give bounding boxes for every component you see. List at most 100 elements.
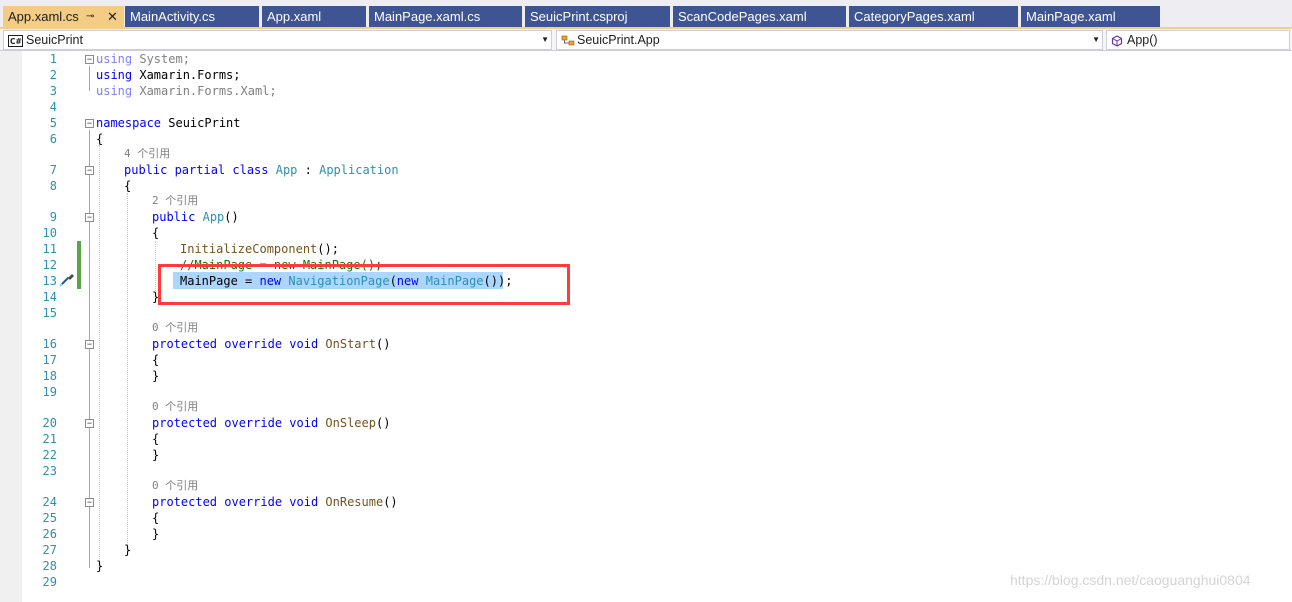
- collapse-toggle-icon[interactable]: −: [85, 213, 94, 222]
- codelens-references[interactable]: 0 个引用: [152, 320, 198, 336]
- code-line-10[interactable]: {: [152, 225, 159, 241]
- watermark-text: https://blog.csdn.net/caoguanghui0804: [1010, 572, 1251, 588]
- line-number: 24: [42, 495, 57, 509]
- line-number: 23: [42, 464, 57, 478]
- line-number: 6: [49, 132, 57, 146]
- tab-label: MainPage.xaml: [1026, 9, 1116, 24]
- type-dropdown[interactable]: SeuicPrint.App ▼: [556, 30, 1103, 50]
- project-name: SeuicPrint: [26, 33, 83, 47]
- line-number: 12: [42, 258, 57, 272]
- tab-label: ScanCodePages.xaml: [678, 9, 807, 24]
- tab-app-xaml-cs[interactable]: App.xaml.cs ⊸ ✕: [3, 6, 124, 27]
- line-number: 25: [42, 511, 57, 525]
- line-number: 15: [42, 306, 57, 320]
- code-line-2[interactable]: using Xamarin.Forms;: [96, 67, 241, 83]
- highlight-annotation-box: [158, 264, 570, 305]
- code-line-26[interactable]: }: [152, 526, 159, 542]
- collapse-toggle-icon[interactable]: −: [85, 340, 94, 349]
- code-line-17[interactable]: {: [152, 352, 159, 368]
- member-name: App(): [1127, 33, 1158, 47]
- outline-line: [89, 66, 90, 91]
- line-number: 16: [42, 337, 57, 351]
- codelens-references[interactable]: 4 个引用: [124, 146, 170, 162]
- code-line-24[interactable]: protected override void OnResume(): [152, 494, 398, 510]
- class-icon: [561, 34, 575, 52]
- tab-label: App.xaml.cs: [8, 9, 79, 24]
- line-number: 20: [42, 416, 57, 430]
- quick-action-brush-icon[interactable]: [59, 273, 75, 292]
- tab-categorypages-xaml[interactable]: CategoryPages.xaml: [849, 6, 1018, 27]
- codelens-references[interactable]: 2 个引用: [152, 193, 198, 209]
- collapse-toggle-icon[interactable]: −: [85, 166, 94, 175]
- collapse-toggle-icon[interactable]: −: [85, 498, 94, 507]
- line-number: 29: [42, 575, 57, 589]
- indent-guide: [155, 241, 156, 291]
- tab-scancodepages-xaml[interactable]: ScanCodePages.xaml: [673, 6, 846, 27]
- line-number: 10: [42, 226, 57, 240]
- svg-text:C#: C#: [10, 37, 22, 46]
- code-line-20[interactable]: protected override void OnSleep(): [152, 415, 390, 431]
- outline-line: [89, 225, 90, 300]
- code-line-9[interactable]: public App(): [152, 209, 239, 225]
- code-line-3[interactable]: using Xamarin.Forms.Xaml;: [96, 83, 277, 99]
- line-number: 1: [49, 52, 57, 66]
- line-number: 5: [49, 116, 57, 130]
- code-line-18[interactable]: }: [152, 368, 159, 384]
- collapse-toggle-icon[interactable]: −: [85, 419, 94, 428]
- line-number: 4: [49, 100, 57, 114]
- indent-guide: [99, 145, 100, 567]
- codelens-references[interactable]: 0 个引用: [152, 478, 198, 494]
- code-line-1[interactable]: using System;: [96, 51, 190, 67]
- member-dropdown[interactable]: App(): [1106, 30, 1290, 50]
- code-line-21[interactable]: {: [152, 431, 159, 447]
- chevron-down-icon: ▼: [541, 35, 549, 44]
- code-line-28[interactable]: }: [96, 558, 103, 574]
- tab-label: MainActivity.cs: [130, 9, 215, 24]
- indicator-margin[interactable]: [0, 51, 22, 602]
- codelens-references[interactable]: 0 个引用: [152, 399, 198, 415]
- line-number: 19: [42, 385, 57, 399]
- code-line-7[interactable]: public partial class App : Application: [124, 162, 399, 178]
- pin-icon[interactable]: ⊸: [86, 6, 94, 27]
- indent-guide: [127, 193, 128, 551]
- tab-seuicprint-csproj[interactable]: SeuicPrint.csproj: [525, 6, 670, 27]
- code-line-25[interactable]: {: [152, 510, 159, 526]
- collapse-toggle-icon[interactable]: −: [85, 55, 94, 64]
- tab-app-xaml[interactable]: App.xaml: [262, 6, 366, 27]
- tab-mainpage-xaml[interactable]: MainPage.xaml: [1021, 6, 1160, 27]
- code-line-22[interactable]: }: [152, 447, 159, 463]
- line-number: 21: [42, 432, 57, 446]
- code-line-6[interactable]: {: [96, 131, 103, 147]
- code-line-8[interactable]: {: [124, 178, 131, 194]
- line-number: 22: [42, 448, 57, 462]
- code-editor[interactable]: − − − − − − − 1 2 3 4 5 6 7 8 9 10 11 12…: [0, 51, 1292, 602]
- tab-label: CategoryPages.xaml: [854, 9, 975, 24]
- tab-mainpage-xaml-cs[interactable]: MainPage.xaml.cs: [369, 6, 522, 27]
- line-number: 26: [42, 527, 57, 541]
- code-line-5[interactable]: namespace SeuicPrint: [96, 115, 241, 131]
- collapse-toggle-icon[interactable]: −: [85, 119, 94, 128]
- line-number: 3: [49, 84, 57, 98]
- code-line-27[interactable]: }: [124, 542, 131, 558]
- navigation-bar: C# SeuicPrint ▼ SeuicPrint.App ▼ App(): [0, 29, 1292, 51]
- type-name: SeuicPrint.App: [577, 33, 660, 47]
- line-number: 28: [42, 559, 57, 573]
- change-tracking-bar: [77, 241, 81, 289]
- method-icon: [1111, 34, 1123, 52]
- line-number: 27: [42, 543, 57, 557]
- tab-mainactivity-cs[interactable]: MainActivity.cs: [125, 6, 259, 27]
- tab-label: MainPage.xaml.cs: [374, 9, 481, 24]
- line-number: 7: [49, 163, 57, 177]
- tab-label: SeuicPrint.csproj: [530, 9, 628, 24]
- chevron-down-icon: ▼: [1092, 35, 1100, 44]
- code-line-16[interactable]: protected override void OnStart(): [152, 336, 390, 352]
- code-line-11[interactable]: InitializeComponent();: [180, 241, 339, 257]
- line-number: 18: [42, 369, 57, 383]
- line-number: 2: [49, 68, 57, 82]
- project-dropdown[interactable]: C# SeuicPrint ▼: [3, 30, 552, 50]
- tab-label: App.xaml: [267, 9, 322, 24]
- document-tab-strip: App.xaml.cs ⊸ ✕ MainActivity.cs App.xaml…: [0, 0, 1292, 29]
- close-icon[interactable]: ✕: [107, 6, 118, 27]
- line-number: 17: [42, 353, 57, 367]
- line-number: 13: [42, 274, 57, 288]
